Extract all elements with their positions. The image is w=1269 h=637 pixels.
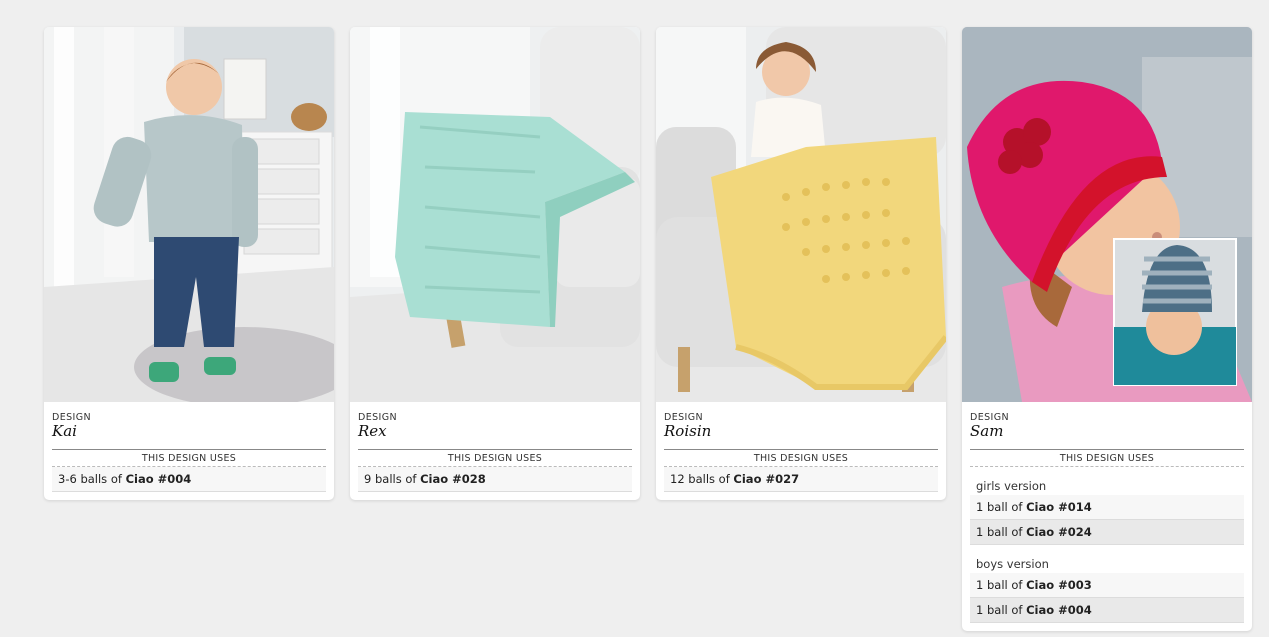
- design-label: DESIGN: [52, 412, 92, 423]
- design-uses-header: THIS DESIGN USES: [664, 449, 938, 467]
- yarn-link[interactable]: Ciao #004: [126, 472, 192, 486]
- yarn-row: 12 balls of Ciao #027: [664, 467, 938, 492]
- yarn-quantity: 12 balls of: [670, 472, 734, 486]
- design-card-sam[interactable]: DESIGN Sam THIS DESIGN USES girls versio…: [962, 27, 1252, 631]
- yarn-row: 3-6 balls of Ciao #004: [52, 467, 326, 492]
- child-with-yellow-blanket-photo: [656, 27, 946, 402]
- design-info-sam: DESIGN Sam THIS DESIGN USES girls versio…: [962, 402, 1252, 631]
- design-photo-roisin[interactable]: [656, 27, 946, 402]
- design-card-rex[interactable]: DESIGN Rex THIS DESIGN USES 9 balls of C…: [350, 27, 640, 500]
- yarn-quantity: 1 ball of: [976, 500, 1027, 514]
- design-info-kai: DESIGN Kai THIS DESIGN USES 3-6 balls of…: [44, 402, 334, 500]
- yarn-row: 9 balls of Ciao #028: [358, 467, 632, 492]
- design-card-kai[interactable]: DESIGN Kai THIS DESIGN USES 3-6 balls of…: [44, 27, 334, 500]
- design-name: Kai: [52, 422, 77, 440]
- yarn-link[interactable]: Ciao #004: [1026, 603, 1092, 617]
- yarn-quantity: 3-6 balls of: [58, 472, 126, 486]
- design-uses-header: THIS DESIGN USES: [358, 449, 632, 467]
- design-name: Sam: [970, 422, 1004, 440]
- yarn-quantity: 1 ball of: [976, 578, 1027, 592]
- yarn-link[interactable]: Ciao #028: [420, 472, 486, 486]
- child-in-pink-hat-photo: [962, 27, 1252, 402]
- toddler-in-sweater-photo: [44, 27, 334, 402]
- design-label: DESIGN: [358, 412, 398, 423]
- yarn-row: 1 ball of Ciao #003: [970, 573, 1244, 598]
- yarn-quantity: 1 ball of: [976, 525, 1027, 539]
- version-label-boys: boys version: [976, 557, 1049, 571]
- yarn-link[interactable]: Ciao #027: [733, 472, 799, 486]
- design-photo-rex[interactable]: [350, 27, 640, 402]
- design-grid: DESIGN Kai THIS DESIGN USES 3-6 balls of…: [44, 27, 1252, 631]
- yarn-quantity: 1 ball of: [976, 603, 1027, 617]
- design-label: DESIGN: [970, 412, 1010, 423]
- design-card-roisin[interactable]: DESIGN Roisin THIS DESIGN USES 12 balls …: [656, 27, 946, 500]
- blanket-on-sofa-photo: [350, 27, 640, 402]
- design-photo-kai[interactable]: [44, 27, 334, 402]
- design-uses-header: THIS DESIGN USES: [970, 449, 1244, 467]
- yarn-quantity: 9 balls of: [364, 472, 421, 486]
- design-name: Rex: [358, 422, 387, 440]
- design-info-rex: DESIGN Rex THIS DESIGN USES 9 balls of C…: [350, 402, 640, 500]
- design-name: Roisin: [664, 422, 712, 440]
- design-info-roisin: DESIGN Roisin THIS DESIGN USES 12 balls …: [656, 402, 946, 500]
- design-uses-header: THIS DESIGN USES: [52, 449, 326, 467]
- version-label-girls: girls version: [976, 479, 1047, 493]
- boys-version-inset: [1113, 238, 1237, 386]
- yarn-link[interactable]: Ciao #024: [1026, 525, 1092, 539]
- yarn-row: 1 ball of Ciao #024: [970, 520, 1244, 545]
- design-photo-sam[interactable]: [962, 27, 1252, 402]
- yarn-link[interactable]: Ciao #003: [1026, 578, 1092, 592]
- yarn-row: 1 ball of Ciao #014: [970, 495, 1244, 520]
- yarn-link[interactable]: Ciao #014: [1026, 500, 1092, 514]
- yarn-row: 1 ball of Ciao #004: [970, 598, 1244, 623]
